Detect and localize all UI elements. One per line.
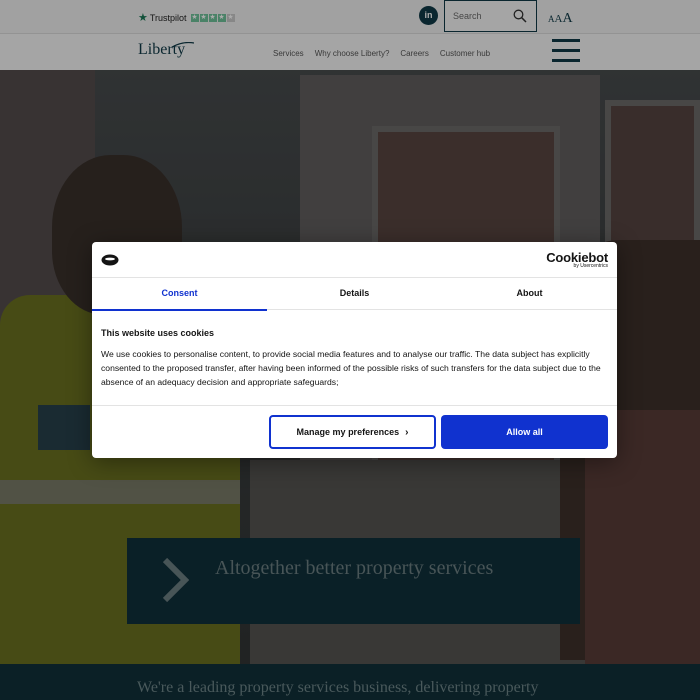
tab-details[interactable]: Details [267, 278, 442, 310]
cookie-icon [101, 254, 119, 266]
dialog-header: Cookiebot by Usercentrics [92, 242, 617, 278]
manage-preferences-label: Manage my preferences [296, 426, 400, 437]
tab-consent[interactable]: Consent [92, 278, 267, 311]
cookie-consent-dialog: Cookiebot by Usercentrics Consent Detail… [92, 242, 617, 458]
tab-about[interactable]: About [442, 278, 617, 310]
allow-all-button[interactable]: Allow all [441, 415, 608, 449]
cookiebot-logo: Cookiebot by Usercentrics [546, 250, 608, 269]
manage-preferences-button[interactable]: Manage my preferences › [269, 415, 436, 449]
chevron-right-icon: › [405, 426, 409, 438]
dialog-title: This website uses cookies [101, 328, 215, 338]
dialog-footer: Manage my preferences › Allow all [92, 405, 617, 458]
dialog-tabs: Consent Details About [92, 278, 617, 311]
dialog-text: We use cookies to personalise content, t… [101, 349, 601, 387]
dialog-body: This website uses cookies We use cookies… [101, 328, 609, 389]
